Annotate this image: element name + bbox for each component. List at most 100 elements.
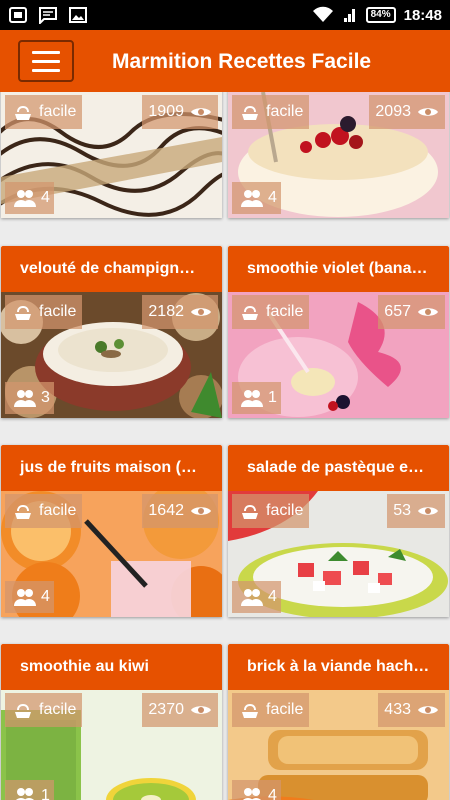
difficulty-label: facile [39, 502, 77, 519]
views-count: 433 [384, 701, 411, 718]
recipe-title: salade de pastèque e… [228, 445, 449, 491]
eye-icon [418, 108, 438, 116]
chef-hat-icon [242, 305, 258, 320]
views-count: 2370 [148, 701, 184, 718]
chef-hat-icon [242, 105, 258, 120]
difficulty-badge: facile [232, 295, 310, 329]
recipe-image: facile 53 4 [228, 491, 449, 617]
recipe-image: facile 1642 4 [1, 491, 222, 617]
views-count: 2093 [375, 103, 411, 120]
servings-count: 3 [41, 389, 50, 406]
chef-hat-icon [15, 305, 31, 320]
recipe-card[interactable]: salade de pastèque e… facile 53 4 [228, 445, 449, 617]
servings-badge: 4 [232, 182, 281, 214]
servings-count: 1 [41, 787, 50, 800]
status-bar: 84% 18:48 [0, 0, 450, 30]
servings-count: 4 [41, 189, 50, 206]
views-badge: 433 [378, 693, 445, 727]
recipe-title: smoothie au kiwi [1, 644, 222, 690]
chef-hat-icon [242, 504, 258, 519]
eye-icon [191, 108, 211, 116]
recipe-title: brick à la viande hach… [228, 644, 449, 690]
recipe-title: jus de fruits maison (… [1, 445, 222, 491]
views-count: 53 [393, 502, 411, 519]
difficulty-badge: facile [5, 95, 83, 129]
difficulty-badge: facile [5, 693, 83, 727]
app-title: Marmition Recettes Facile [112, 50, 372, 73]
servings-badge: 4 [232, 780, 281, 800]
difficulty-label: facile [39, 303, 77, 320]
servings-badge: 1 [5, 780, 54, 800]
views-badge: 2182 [142, 295, 218, 329]
difficulty-label: facile [39, 701, 77, 718]
recipe-card[interactable]: smoothie violet (bana… facile 657 1 [228, 246, 449, 418]
views-count: 2182 [148, 303, 184, 320]
difficulty-label: facile [39, 103, 77, 120]
people-icon [243, 788, 261, 800]
people-icon [14, 190, 36, 207]
servings-count: 4 [268, 787, 277, 800]
views-count: 1909 [148, 103, 184, 120]
recipe-card[interactable]: facile 1909 4 [1, 92, 222, 218]
clock: 18:48 [403, 6, 442, 24]
servings-badge: 4 [232, 581, 281, 613]
difficulty-badge: facile [5, 295, 83, 329]
views-badge: 53 [387, 494, 445, 528]
eye-icon [418, 706, 438, 714]
recipe-card[interactable]: facile 2093 4 [228, 92, 449, 218]
people-icon [241, 190, 263, 207]
servings-count: 4 [268, 588, 277, 605]
recipe-card[interactable]: smoothie au kiwi facile 2370 1 [1, 644, 222, 800]
recipe-title: velouté de champign… [1, 246, 222, 292]
difficulty-badge: facile [232, 95, 310, 129]
wifi-icon [312, 6, 333, 22]
views-badge: 657 [378, 295, 445, 329]
views-badge: 2370 [142, 693, 218, 727]
difficulty-badge: facile [232, 693, 310, 727]
views-badge: 1642 [142, 494, 218, 528]
recipe-card[interactable]: jus de fruits maison (… facile 1642 4 [1, 445, 222, 617]
people-icon [14, 390, 36, 407]
servings-badge: 4 [5, 182, 54, 214]
eye-icon [191, 507, 211, 515]
difficulty-label: facile [266, 303, 304, 320]
eye-icon [191, 308, 211, 316]
recipe-image: facile 657 1 [228, 292, 449, 418]
people-icon [16, 788, 34, 800]
recipe-image: facile 2182 3 [1, 292, 222, 418]
app-bar: Marmition Recettes Facile [0, 30, 450, 92]
recipe-card[interactable]: brick à la viande hach… facile 433 4 [228, 644, 449, 800]
battery-indicator: 84% [365, 7, 396, 23]
servings-count: 4 [268, 189, 277, 206]
people-icon [14, 589, 36, 606]
recipe-image: facile 2370 1 [1, 690, 222, 800]
servings-count: 4 [41, 588, 50, 605]
recipe-image: facile 1909 4 [1, 92, 222, 218]
recipe-card[interactable]: velouté de champign… facile 2182 3 [1, 246, 222, 418]
recipe-title: smoothie violet (bana… [228, 246, 449, 292]
difficulty-label: facile [266, 103, 304, 120]
notification-icon [9, 7, 27, 23]
difficulty-label: facile [266, 502, 304, 519]
recipe-grid[interactable]: facile 1909 4 facile 2093 4 velouté de c… [0, 92, 450, 800]
servings-badge: 3 [5, 382, 54, 414]
recipe-image: facile 433 4 [228, 690, 449, 800]
servings-badge: 4 [5, 581, 54, 613]
signal-icon [343, 9, 355, 22]
eye-icon [191, 706, 211, 714]
difficulty-badge: facile [5, 494, 83, 528]
views-count: 1642 [148, 502, 184, 519]
difficulty-badge: facile [232, 494, 310, 528]
chef-hat-icon [15, 504, 31, 519]
people-icon [241, 390, 263, 407]
chef-hat-icon [242, 703, 258, 718]
hamburger-icon [32, 50, 60, 54]
chef-hat-icon [15, 703, 31, 718]
servings-count: 1 [268, 389, 277, 406]
menu-button[interactable] [18, 40, 74, 82]
servings-badge: 1 [232, 382, 281, 414]
difficulty-label: facile [266, 701, 304, 718]
views-badge: 2093 [369, 95, 445, 129]
recipe-image: facile 2093 4 [228, 92, 449, 218]
eye-icon [418, 507, 438, 515]
